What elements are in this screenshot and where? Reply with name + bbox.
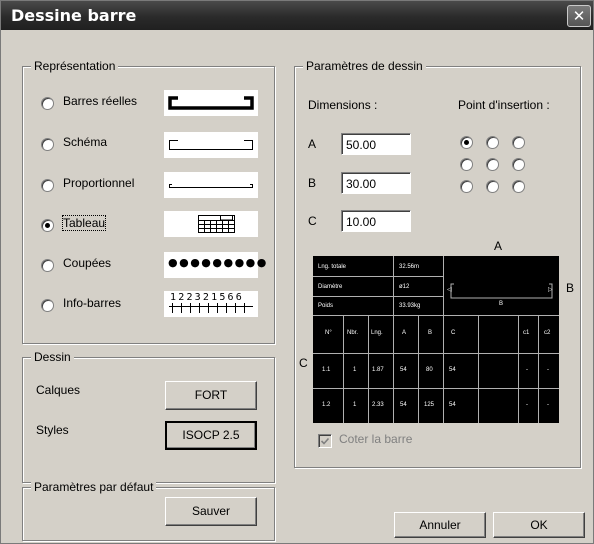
close-icon: ✕ [572,7,586,25]
preview-label-b: B [566,281,575,295]
table-cell: 2.33 [372,402,384,408]
window-title: Dessine barre [11,6,137,25]
cancel-button[interactable]: Annuler [394,512,486,538]
styles-label: Styles [36,423,69,437]
insert-point-middle-left[interactable] [460,158,473,171]
dim-a-letter: A [308,137,317,151]
table-header: B [428,330,433,336]
representation-legend: Représentation [31,59,119,73]
tableau-preview [164,211,258,237]
close-button[interactable]: ✕ [567,5,591,27]
dim-c-input[interactable]: 10.00 [341,210,411,232]
insert-point-bottom-left[interactable] [460,180,473,193]
defaults-legend: Paramètres par défaut [31,480,157,494]
styles-button[interactable]: ISOCP 2.5 [165,421,257,450]
checkmark-icon [320,437,330,445]
table-cell: 125 [424,402,435,408]
table-header: c1 [523,330,530,336]
table-cell: - [526,367,528,373]
params-legend: Paramètres de dessin [303,59,426,73]
insert-point-top-center[interactable] [486,136,499,149]
coter-label: Coter la barre [339,432,413,446]
dessin-legend: Dessin [31,350,74,364]
dialog-content: Représentation Barres réelles Schéma Pro… [1,31,593,543]
dessin-group: Dessin [22,350,275,483]
table-header: Nbr. [347,330,359,336]
insert-point-middle-right[interactable] [512,158,525,171]
table-header: A [402,330,407,336]
table-header: N° [325,330,332,336]
bar-table-preview: Lng. totale 32.56m Diamètre ø12 Poids 33… [313,256,559,423]
dimensions-label: Dimensions : [308,98,378,112]
save-button[interactable]: Sauver [165,497,257,526]
table-cell: 1.87 [372,367,384,373]
label-coupees: Coupées [63,256,112,270]
table-header: C [451,330,456,336]
info-label-diameter: Diamètre [318,284,343,290]
table-cell: 54 [449,402,456,408]
dim-b-letter: B [308,176,317,190]
dim-a-input[interactable]: 50.00 [341,133,411,155]
insert-point-bottom-right[interactable] [512,180,525,193]
label-schema: Schéma [63,135,108,149]
proportionnel-preview [164,172,258,198]
schema-preview [164,132,258,158]
insert-point-top-left[interactable] [460,136,473,149]
insertion-point-label: Point d'insertion : [458,98,550,112]
table-cell: 1 [353,402,357,408]
radio-schema[interactable] [41,138,54,151]
preview-label-c: C [299,356,308,370]
info-label-weight: Poids [318,303,334,309]
insert-point-bottom-center[interactable] [486,180,499,193]
radio-info-barres[interactable] [41,299,54,312]
info-barres-ticks [169,303,253,313]
radio-proportionnel[interactable] [41,179,54,192]
insert-point-middle-center[interactable] [486,158,499,171]
table-cell: 80 [426,367,433,373]
radio-barres-reelles[interactable] [41,97,54,110]
label-info-barres: Info-barres [63,296,122,310]
table-header: c2 [544,330,551,336]
title-bar: Dessine barre ✕ [1,1,593,30]
info-label-length: Lng. totale [318,264,347,270]
info-barres-preview: 122321566 [164,291,258,317]
info-value-weight: 33.93kg [399,303,421,309]
table-cell: 54 [449,367,456,373]
ok-button[interactable]: OK [493,512,585,538]
coter-checkbox[interactable] [318,434,332,448]
label-tableau: Tableau [61,215,107,231]
insert-point-top-right[interactable] [512,136,525,149]
table-cell: - [526,402,528,408]
table-cell: 1 [353,367,357,373]
table-header: Lng. [371,330,383,336]
table-cell: 1.1 [322,367,331,373]
preview-label-a: A [494,239,503,253]
table-cell: 54 [400,402,407,408]
coupees-dots: ●●●●●●●●● [168,256,268,269]
table-cell: - [547,367,549,373]
label-proportionnel: Proportionnel [63,176,135,190]
dialog-window: Dessine barre ✕ Représentation Barres ré… [0,0,594,544]
table-cell: - [547,402,549,408]
radio-tableau[interactable] [41,219,54,232]
coupees-preview: ●●●●●●●●● [164,252,266,278]
dim-b-input[interactable]: 30.00 [341,172,411,194]
info-value-length: 32.56m [399,264,420,270]
radio-coupees[interactable] [41,259,54,272]
calques-button[interactable]: FORT [165,381,257,410]
bar-shape-left-mark: ◁ [447,287,452,293]
calques-label: Calques [36,383,81,397]
bar-shape-right-mark: ▷ [548,287,553,293]
dim-c-letter: C [308,214,317,228]
barres-reelles-preview [164,90,258,116]
info-value-diameter: ø12 [399,284,410,290]
bar-shape-b-label: B [499,301,504,307]
label-barres-reelles: Barres réelles [63,94,138,108]
table-cell: 54 [400,367,407,373]
table-cell: 1.2 [322,402,331,408]
